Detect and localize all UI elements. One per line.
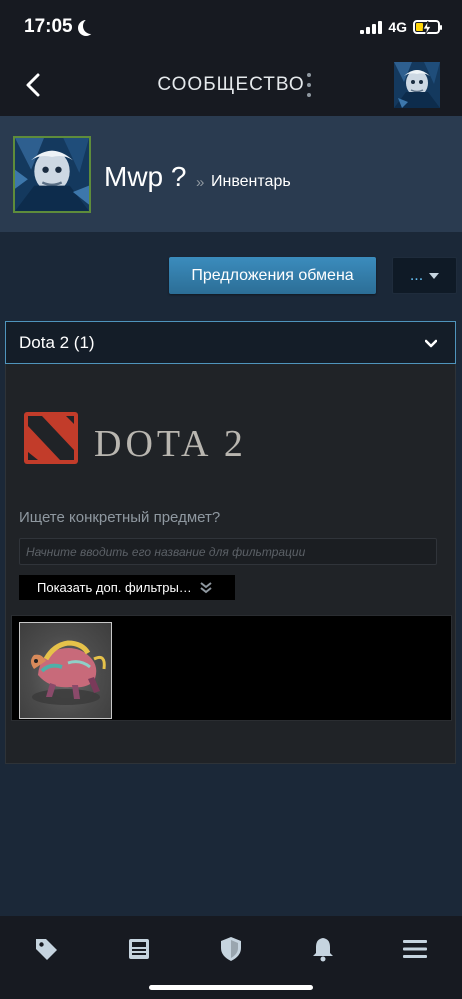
more-actions-button[interactable]: ... <box>392 257 457 294</box>
nav-bar: СООБЩЕСТВО <box>0 54 462 116</box>
chevron-down-icon <box>425 339 437 348</box>
status-bar: 17:05 4G <box>0 0 462 54</box>
inventory-item[interactable] <box>19 622 112 719</box>
tab-guard[interactable] <box>216 934 246 964</box>
nav-avatar[interactable] <box>394 62 440 108</box>
game-select[interactable]: Dota 2 (1) <box>5 321 456 364</box>
more-actions-label: ... <box>409 266 424 284</box>
shield-icon <box>221 937 241 961</box>
search-label: Ищете конкретный предмет? <box>19 509 221 526</box>
network-type: 4G <box>388 19 407 35</box>
search-input[interactable] <box>19 538 437 565</box>
svg-text:DOTA 2: DOTA 2 <box>94 423 247 465</box>
more-vertical-icon[interactable] <box>303 73 315 97</box>
avatar <box>394 62 440 108</box>
game-select-value: Dota 2 (1) <box>19 332 95 352</box>
show-filters-button[interactable]: Показать доп. фильтры… <box>19 575 235 600</box>
avatar <box>15 138 89 211</box>
inventory-panel: DOTA 2 Ищете конкретный предмет? Показат… <box>5 364 456 764</box>
nav-title: СООБЩЕСТВО <box>157 74 305 95</box>
battery-charging-icon <box>413 20 442 35</box>
tag-icon <box>36 939 57 960</box>
back-button[interactable] <box>22 71 46 99</box>
breadcrumb-separator: » <box>196 174 205 191</box>
profile-avatar[interactable] <box>13 136 91 213</box>
moon-icon <box>83 18 99 34</box>
status-right: 4G <box>360 19 442 35</box>
profile-name[interactable]: Mwp ? <box>104 161 186 193</box>
profile-header: Mwp ? » Инвентарь <box>0 116 462 232</box>
signal-icon <box>360 20 383 34</box>
home-indicator[interactable] <box>149 985 313 990</box>
status-time-group: 17:05 <box>24 16 93 38</box>
tab-store[interactable] <box>31 934 61 964</box>
show-filters-label: Показать доп. фильтры… <box>37 580 192 595</box>
tab-news[interactable] <box>124 934 154 964</box>
double-chevron-down-icon <box>200 581 212 593</box>
dota2-logo: DOTA 2 <box>24 412 247 465</box>
trade-offers-button[interactable]: Предложения обмена <box>169 257 376 294</box>
dota-item-creature-image <box>31 640 106 705</box>
menu-icon <box>403 940 427 958</box>
news-icon <box>129 939 149 959</box>
tab-menu[interactable] <box>400 934 430 964</box>
status-time: 17:05 <box>24 16 73 37</box>
bell-icon <box>313 938 333 962</box>
breadcrumb-inventory[interactable]: Инвентарь <box>211 173 291 191</box>
items-grid <box>11 615 452 721</box>
back-icon <box>26 73 40 97</box>
caret-down-icon <box>429 272 440 279</box>
tab-notifications[interactable] <box>308 934 338 964</box>
